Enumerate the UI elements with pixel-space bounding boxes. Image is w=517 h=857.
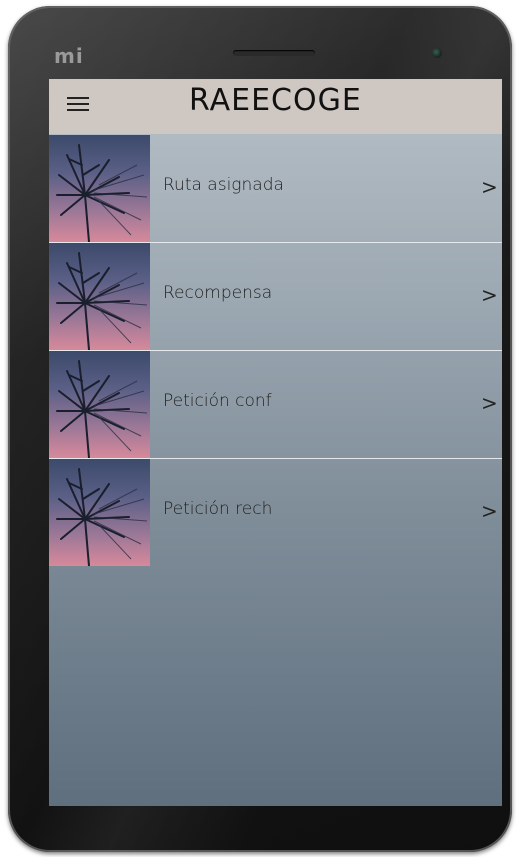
app-header: RAEECOGE (49, 79, 502, 134)
menu-item-label: Petición conf (163, 391, 272, 411)
chevron-right-icon: > (481, 499, 498, 523)
brand-logo: mi (54, 44, 84, 68)
palm-tree-thumbnail (49, 135, 150, 242)
phone-frame: mi RAEECOGE Ruta asignada > Recompensa >… (8, 6, 512, 852)
menu-item-label: Ruta asignada (163, 175, 284, 195)
palm-tree-thumbnail (49, 243, 150, 350)
chevron-right-icon: > (481, 175, 498, 199)
earpiece-speaker (233, 50, 315, 56)
app-title: RAEECOGE (189, 83, 362, 118)
menu-item-peticion-rech[interactable]: Petición rech > (49, 459, 502, 566)
palm-tree-thumbnail (49, 459, 150, 566)
app-screen: RAEECOGE Ruta asignada > Recompensa > Pe… (49, 79, 502, 806)
menu-item-ruta-asignada[interactable]: Ruta asignada > (49, 135, 502, 243)
palm-tree-thumbnail (49, 351, 150, 458)
chevron-right-icon: > (481, 391, 498, 415)
menu-item-label: Recompensa (163, 283, 273, 303)
menu-item-recompensa[interactable]: Recompensa > (49, 243, 502, 351)
chevron-right-icon: > (481, 283, 498, 307)
hamburger-menu-icon[interactable] (65, 91, 93, 117)
menu-item-peticion-conf[interactable]: Petición conf > (49, 351, 502, 459)
menu-list: Ruta asignada > Recompensa > Petición co… (49, 135, 502, 566)
menu-item-label: Petición rech (163, 499, 273, 519)
front-camera (432, 48, 442, 58)
